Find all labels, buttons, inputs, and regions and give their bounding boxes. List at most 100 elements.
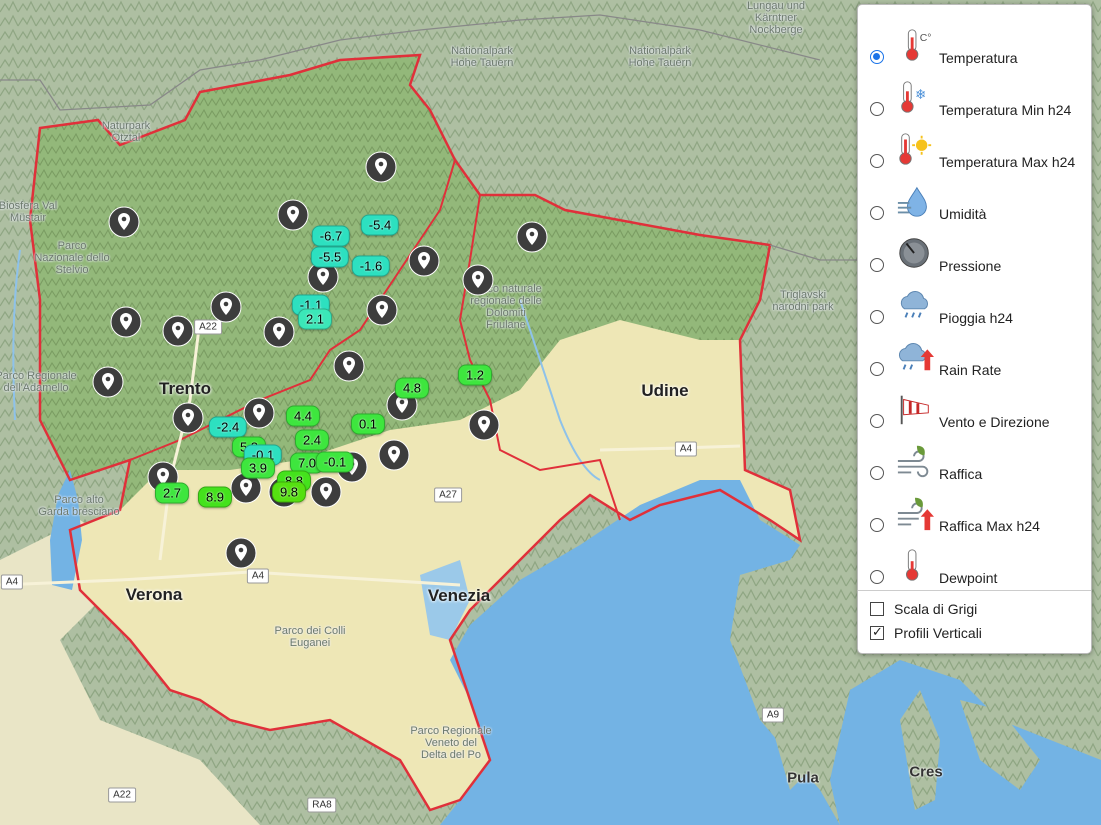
grayscale-checkbox[interactable]: [870, 602, 884, 616]
layer-option[interactable]: Temperatura Max h24: [858, 119, 1091, 171]
temperature-badge[interactable]: -1.6: [351, 255, 391, 277]
layer-option[interactable]: Pioggia h24: [858, 275, 1091, 327]
thermometer-snow-icon: ❄: [896, 77, 934, 117]
park-label: Parco dei Colli Euganei: [274, 625, 346, 649]
rain-rate-cloud-icon: [896, 337, 934, 377]
park-label: Naturpark Ötztal: [101, 120, 151, 144]
vertical-profiles-checkbox[interactable]: [870, 624, 884, 640]
map-pin-icon[interactable]: [462, 264, 494, 296]
road-shield: RA8: [307, 797, 337, 813]
map-pin-icon[interactable]: [310, 476, 342, 508]
temperature-badge[interactable]: -5.5: [310, 246, 350, 268]
map-pin-icon[interactable]: [333, 350, 365, 382]
map-pin-icon[interactable]: [172, 402, 204, 434]
map-pin-icon[interactable]: [110, 306, 142, 338]
layer-option[interactable]: Vento e Direzione: [858, 379, 1091, 431]
city-label: Pula: [787, 769, 819, 787]
thermometer-sun-icon: [896, 129, 934, 169]
layer-option[interactable]: C° Temperatura: [858, 15, 1091, 67]
map-pin-icon[interactable]: [92, 366, 124, 398]
grayscale-option[interactable]: Scala di Grigi: [870, 600, 1090, 620]
layer-radio[interactable]: [870, 570, 884, 584]
map-pin-icon[interactable]: [366, 294, 398, 326]
map-pin-icon[interactable]: [408, 245, 440, 277]
panel-divider: [858, 590, 1091, 591]
layer-radio[interactable]: [870, 102, 884, 116]
layer-radio[interactable]: [870, 154, 884, 168]
temperature-badge[interactable]: 9.8: [271, 481, 307, 503]
city-label: Trento: [159, 379, 211, 398]
layer-label: Raffica Max h24: [939, 518, 1040, 534]
map-pin-icon[interactable]: [365, 151, 397, 183]
temperature-badge[interactable]: 4.4: [285, 405, 321, 427]
wind-gust-icon: [896, 441, 934, 481]
temperature-badge[interactable]: -2.4: [208, 416, 248, 438]
layer-radio[interactable]: [870, 466, 884, 480]
layer-radio[interactable]: [870, 518, 884, 532]
map-pin-icon[interactable]: [277, 199, 309, 231]
layer-option[interactable]: Raffica Max h24: [858, 483, 1091, 535]
map-pin-icon[interactable]: [263, 316, 295, 348]
temperature-badge[interactable]: -5.4: [360, 214, 400, 236]
temperature-badge[interactable]: 8.9: [197, 486, 233, 508]
layer-label: Pressione: [939, 258, 1002, 274]
map-pin-icon[interactable]: [378, 439, 410, 471]
layer-label: Dewpoint: [939, 570, 998, 586]
layer-radio[interactable]: [870, 310, 884, 324]
thermometer-celsius-icon: C°: [896, 25, 934, 65]
map-pin-icon[interactable]: [210, 291, 242, 323]
layer-radio[interactable]: [870, 50, 884, 64]
rain-cloud-icon: [896, 285, 934, 325]
layer-radio[interactable]: [870, 414, 884, 428]
temperature-badge[interactable]: 3.9: [240, 457, 276, 479]
windsock-icon: [896, 389, 934, 429]
city-label: Cres: [909, 763, 943, 781]
park-label: Lungau und Kärntner Nockberge: [746, 0, 806, 36]
temperature-badge[interactable]: 0.1: [350, 413, 386, 435]
dewpoint-thermometer-icon: [896, 545, 934, 585]
svg-text:C°: C°: [920, 33, 932, 44]
map-pin-icon[interactable]: [162, 315, 194, 347]
road-shield: A27: [434, 487, 462, 503]
layer-radio[interactable]: [870, 258, 884, 272]
grayscale-label: Scala di Grigi: [894, 601, 978, 617]
park-label: Nationalpark Hohe Tauern: [450, 45, 514, 69]
layer-radio[interactable]: [870, 362, 884, 376]
park-label: Parco Nazionale dello Stelvio: [34, 240, 110, 276]
pressure-gauge-icon: [896, 233, 934, 273]
temperature-badge[interactable]: 4.8: [394, 377, 430, 399]
temperature-badge[interactable]: 2.1: [297, 308, 333, 330]
layer-option[interactable]: Raffica: [858, 431, 1091, 483]
park-label: Biosfera Val Müstair: [0, 200, 58, 224]
temperature-badge[interactable]: -0.1: [315, 451, 355, 473]
layer-label: Temperatura: [939, 50, 1018, 66]
road-shield: A9: [761, 707, 785, 723]
layer-control-panel: C° Temperatura ❄ Temperatura Min h24 Tempera…: [857, 4, 1092, 654]
park-label: Parco alto Garda bresciano: [38, 494, 120, 518]
road-shield: A4: [674, 441, 698, 457]
layer-option[interactable]: Rain Rate: [858, 327, 1091, 379]
layer-option[interactable]: ❄ Temperatura Min h24: [858, 67, 1091, 119]
temperature-badge[interactable]: -6.7: [311, 225, 351, 247]
temperature-badge[interactable]: 2.7: [154, 482, 190, 504]
park-label: Parco Regionale Veneto del Delta del Po: [410, 725, 492, 761]
layer-option[interactable]: Dewpoint: [858, 535, 1091, 587]
layer-radio[interactable]: [870, 206, 884, 220]
vertical-profiles-option[interactable]: Profili Verticali: [870, 624, 1090, 644]
map-pin-icon[interactable]: [516, 221, 548, 253]
layer-option[interactable]: Pressione: [858, 223, 1091, 275]
map-pin-icon[interactable]: [468, 409, 500, 441]
map-pin-icon[interactable]: [243, 397, 275, 429]
park-label: Nationalpark Hohe Tauern: [628, 45, 692, 69]
map-pin-icon[interactable]: [108, 206, 140, 238]
map-pin-icon[interactable]: [225, 537, 257, 569]
layer-label: Temperatura Min h24: [939, 102, 1072, 118]
layer-label: Umidità: [939, 206, 987, 222]
temperature-badge[interactable]: 1.2: [457, 364, 493, 386]
temperature-badge[interactable]: 2.4: [294, 429, 330, 451]
layer-option[interactable]: Umidità: [858, 171, 1091, 223]
city-label: Verona: [125, 585, 183, 604]
wind-gust-max-icon: [896, 493, 934, 533]
layer-label: Vento e Direzione: [939, 414, 1050, 430]
humidity-drop-icon: [896, 181, 934, 221]
